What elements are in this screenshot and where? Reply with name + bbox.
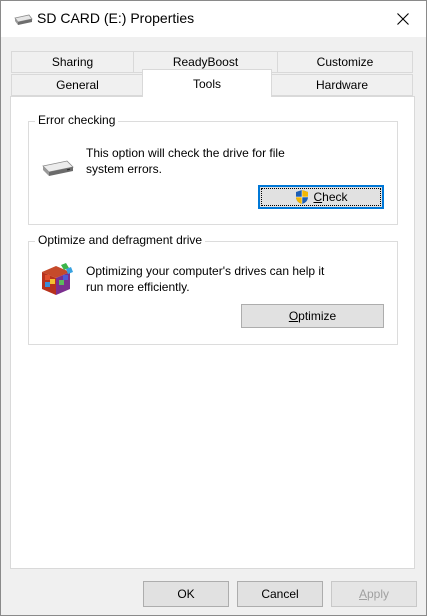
cancel-button-label: Cancel (261, 587, 299, 601)
defrag-icon (39, 262, 75, 298)
tab-hardware[interactable]: Hardware (271, 74, 413, 96)
error-checking-description: This option will check the drive for fil… (86, 146, 285, 176)
apply-button-label: Apply (358, 587, 390, 601)
error-checking-group: Error checking This option will check th… (28, 113, 398, 225)
close-icon (397, 13, 409, 25)
optimize-button[interactable]: Optimize (241, 304, 384, 328)
optimize-group: Optimize and defragment drive Optimizing… (28, 233, 398, 345)
ok-button-label: OK (177, 587, 195, 601)
window-title: SD CARD (E:) Properties (37, 10, 195, 26)
check-button[interactable]: Check (258, 185, 384, 209)
tab-customize[interactable]: Customize (277, 51, 413, 73)
title-bar: SD CARD (E:) Properties (1, 1, 426, 37)
tab-label: General (56, 78, 99, 92)
ok-button[interactable]: OK (143, 581, 229, 607)
tab-general[interactable]: General (11, 74, 144, 96)
optimize-description: Optimizing your computer's drives can he… (86, 264, 325, 294)
drive-icon (41, 158, 75, 178)
check-button-label: Check (313, 190, 348, 204)
properties-dialog: SD CARD (E:) Properties Sharing ReadyBoo… (0, 0, 427, 616)
close-button[interactable] (380, 1, 426, 37)
tools-tab-panel: Error checking This option will check th… (10, 96, 415, 569)
tab-label: Hardware (315, 78, 369, 92)
cancel-button[interactable]: Cancel (237, 581, 323, 607)
optimize-button-label: Optimize (288, 309, 337, 323)
apply-button[interactable]: Apply (331, 581, 417, 607)
group-label: Error checking (35, 113, 119, 127)
uac-shield-icon (294, 189, 310, 205)
tab-label: Customize (316, 55, 374, 69)
tab-sharing[interactable]: Sharing (11, 51, 134, 73)
tab-label: Tools (192, 76, 221, 91)
tab-label: Sharing (51, 55, 94, 69)
drive-icon (13, 13, 33, 27)
group-label: Optimize and defragment drive (35, 233, 206, 247)
tab-tools[interactable]: Tools (142, 69, 272, 97)
tab-label: ReadyBoost (172, 55, 239, 69)
